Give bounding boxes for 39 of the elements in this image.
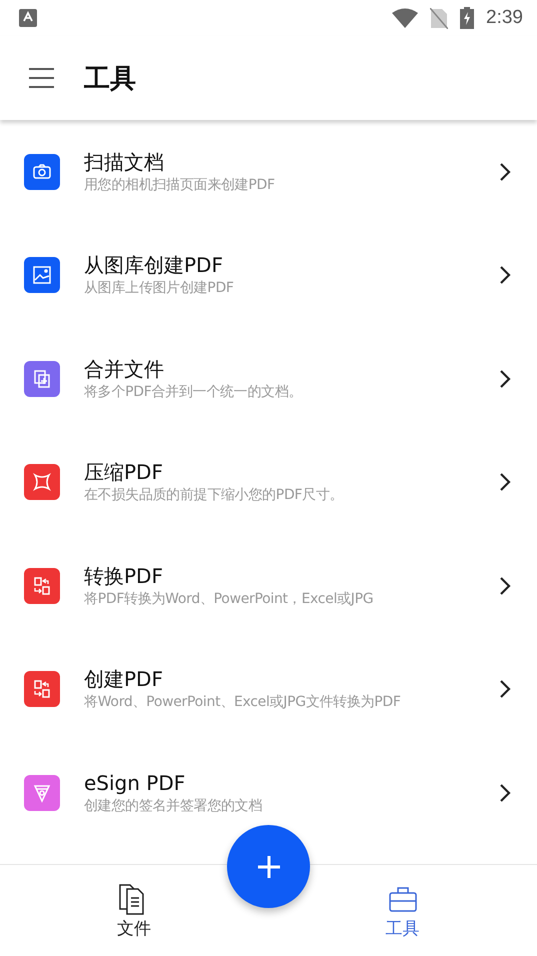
- tool-description: 用您的相机扫描页面来创建PDF: [84, 176, 276, 195]
- chevron-right-icon: [499, 368, 511, 389]
- chevron-right-icon: [499, 576, 511, 596]
- wifi-icon: [392, 8, 418, 28]
- tool-title: 合并文件: [84, 356, 165, 382]
- chevron-right-icon: [499, 162, 511, 182]
- tool-description: 在不损失品质的前提下缩小您的PDF尺寸。: [84, 486, 344, 506]
- chevron-right-icon: [499, 782, 511, 803]
- plus-icon: [256, 854, 280, 878]
- no-sim-icon: [430, 8, 448, 28]
- battery-icon: [460, 7, 474, 29]
- tool-description: 创建您的签名并签署您的文档: [84, 796, 264, 816]
- nav-tab[interactable]: 文件: [109, 865, 159, 946]
- nav-tab[interactable]: 工具: [378, 865, 428, 946]
- page-title: 工具: [84, 62, 136, 96]
- tool-title: eSign PDF: [84, 770, 186, 796]
- tool-description: 将PDF转换为Word、PowerPoint，Excel或JPG: [84, 590, 374, 609]
- tool-description: 从图库上传图片创建PDF: [84, 279, 235, 298]
- tool-title: 创建PDF: [84, 666, 164, 692]
- tool-item[interactable]: 合并文件 将多个PDF合并到一个统一的文档。: [0, 327, 537, 430]
- keyboard-icon: [19, 9, 37, 27]
- tool-title: 压缩PDF: [84, 459, 164, 486]
- add-button[interactable]: [227, 825, 310, 908]
- tool-description: 将Word、PowerPoint、Excel或JPG文件转换为PDF: [84, 693, 402, 712]
- tool-title: 转换PDF: [84, 562, 164, 589]
- chevron-right-icon: [499, 265, 511, 286]
- chevron-right-icon: [499, 679, 511, 700]
- tool-item[interactable]: 压缩PDF 在不损失品质的前提下缩小您的PDF尺寸。: [0, 430, 537, 534]
- tool-item[interactable]: 创建PDF 将Word、PowerPoint、Excel或JPG文件转换为PDF: [0, 638, 537, 741]
- tool-item[interactable]: 扫描文档 用您的相机扫描页面来创建PDF: [0, 120, 537, 224]
- tool-description: 将多个PDF合并到一个统一的文档。: [84, 382, 304, 402]
- chevron-right-icon: [499, 472, 511, 492]
- tool-title: 扫描文档: [84, 148, 165, 175]
- tool-item[interactable]: 转换PDF 将PDF转换为Word、PowerPoint，Excel或JPG: [0, 534, 537, 638]
- menu-icon[interactable]: [29, 68, 54, 88]
- tool-title: 从图库创建PDF: [84, 252, 224, 278]
- clock: 2:39: [486, 7, 523, 29]
- tool-item[interactable]: eSign PDF 创建您的签名并签署您的文档: [0, 741, 537, 844]
- tool-item[interactable]: 从图库创建PDF 从图库上传图片创建PDF: [0, 224, 537, 327]
